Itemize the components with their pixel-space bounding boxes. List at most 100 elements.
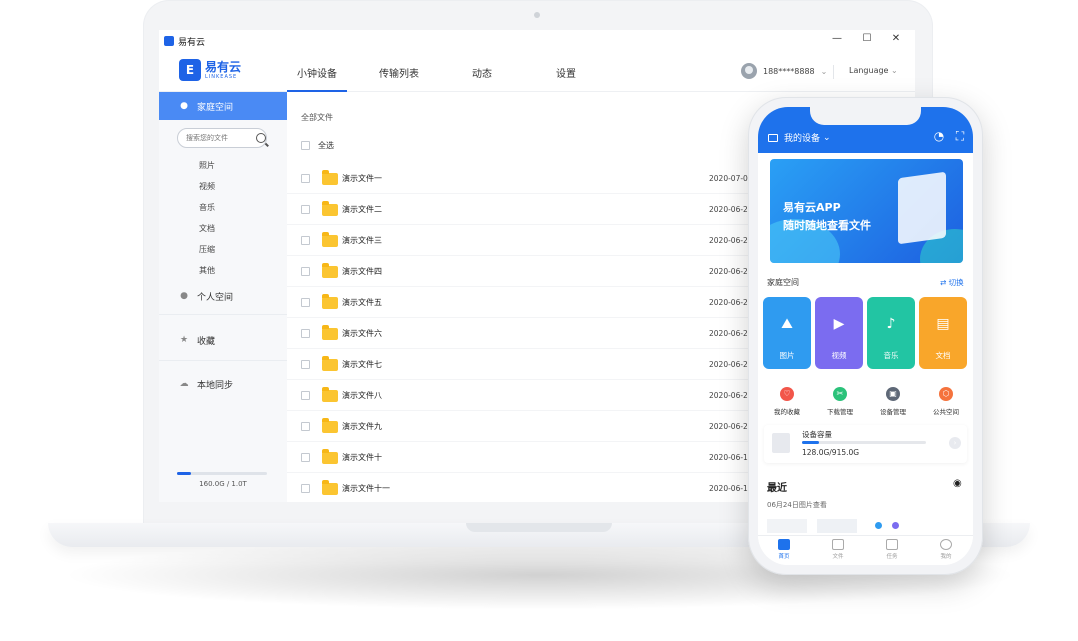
- file-date: 2020-06-28: [709, 205, 753, 214]
- category-tile[interactable]: ♪ 音乐: [867, 297, 915, 369]
- select-all-label: 全选: [318, 141, 334, 150]
- sidebar-item-home[interactable]: ● 家庭空间: [159, 92, 287, 120]
- sidebar-sub-documents[interactable]: 文档: [199, 223, 215, 234]
- scan-icon[interactable]: ⛶: [953, 129, 967, 143]
- tab-tasks[interactable]: 任务: [872, 539, 912, 560]
- checkbox[interactable]: [301, 453, 310, 462]
- home-space-title: 家庭空间: [767, 278, 799, 287]
- folder-icon: [322, 231, 338, 247]
- home-icon: [778, 539, 790, 550]
- brand-logo[interactable]: E 易有云 LINKEASE: [179, 59, 241, 81]
- shortcut-item[interactable]: ▣ 设备管理: [867, 387, 919, 416]
- checkbox[interactable]: [301, 205, 310, 214]
- folder-icon: [322, 293, 338, 309]
- smile-icon: [940, 539, 952, 550]
- language-select[interactable]: Language ⌄: [849, 66, 898, 75]
- file-date: 2020-06-24: [709, 422, 753, 431]
- app-logo-icon: [164, 36, 174, 46]
- chat-icon[interactable]: ◔: [932, 129, 946, 143]
- sidebar-sub-archives[interactable]: 压缩: [199, 244, 215, 255]
- category-tile[interactable]: ▶ 视频: [815, 297, 863, 369]
- close-button[interactable]: ✕: [888, 33, 904, 44]
- search-box[interactable]: [177, 128, 267, 148]
- checkbox[interactable]: [301, 329, 310, 338]
- checkbox[interactable]: [301, 360, 310, 369]
- thumbnail[interactable]: [817, 519, 857, 533]
- category-tile[interactable]: ▤ 文档: [919, 297, 967, 369]
- tab-home[interactable]: 首页: [764, 539, 804, 560]
- tab-devices[interactable]: 小钟设备: [297, 65, 337, 80]
- file-name[interactable]: 演示文件十: [342, 452, 382, 463]
- folder-icon: [322, 169, 338, 185]
- star-icon: ★: [179, 335, 189, 345]
- switch-link[interactable]: ⇄ 切换: [940, 277, 964, 288]
- search-icon[interactable]: [256, 133, 266, 143]
- sidebar-item-label: 个人空间: [197, 292, 234, 303]
- sidebar-item-label: 家庭空间: [197, 102, 234, 113]
- file-date: 2020-06-28: [709, 329, 753, 338]
- file-name[interactable]: 演示文件三: [342, 235, 382, 246]
- tab-activity[interactable]: 动态: [472, 65, 492, 80]
- sidebar-sub-photos[interactable]: 照片: [199, 160, 215, 171]
- thumbnail-dot: [875, 522, 882, 529]
- capacity-value: 128.0G/915.0G: [802, 448, 860, 457]
- thumbnail[interactable]: [767, 519, 807, 533]
- promo-banner[interactable]: 易有云APP 随时随地查看文件: [770, 159, 963, 263]
- chevron-right-icon[interactable]: ›: [949, 437, 961, 449]
- recent-subtitle: 06月24日图片查看: [767, 501, 827, 509]
- shortcut-item[interactable]: ⬡ 公共空间: [920, 387, 972, 416]
- shortcut-item[interactable]: ✂ 下载管理: [814, 387, 866, 416]
- sidebar-item-favorites[interactable]: ★ 收藏: [159, 326, 287, 354]
- sidebar-item-local-sync[interactable]: ☁ 本地同步: [159, 370, 287, 398]
- checkbox[interactable]: [301, 267, 310, 276]
- file-date: 2020-06-17: [709, 453, 753, 462]
- document-icon: ▤: [936, 316, 950, 332]
- capacity-card[interactable]: 设备容量 128.0G/915.0G ›: [764, 425, 967, 463]
- brand-name-en: LINKEASE: [205, 73, 238, 80]
- eye-icon[interactable]: ◉: [953, 478, 962, 489]
- tab-label: 文件: [832, 554, 844, 560]
- checkbox[interactable]: [301, 298, 310, 307]
- file-name[interactable]: 演示文件六: [342, 328, 382, 339]
- tab-files[interactable]: 文件: [818, 539, 858, 560]
- checkbox[interactable]: [301, 484, 310, 493]
- device-label: 我的设备: [784, 134, 821, 144]
- file-name[interactable]: 演示文件四: [342, 266, 382, 277]
- user-menu[interactable]: 188****8888 ⌄: [741, 63, 827, 79]
- maximize-button[interactable]: ☐: [859, 33, 875, 44]
- sidebar-item-label: 本地同步: [197, 380, 234, 391]
- sidebar-sub-other[interactable]: 其他: [199, 265, 215, 276]
- checkbox[interactable]: [301, 174, 310, 183]
- device-selector[interactable]: 我的设备 ⌄: [768, 131, 831, 144]
- file-name[interactable]: 演示文件七: [342, 359, 382, 370]
- select-all-checkbox[interactable]: 全选: [301, 140, 334, 151]
- file-name[interactable]: 演示文件九: [342, 421, 382, 432]
- checkbox[interactable]: [301, 141, 310, 150]
- checkbox[interactable]: [301, 236, 310, 245]
- search-input[interactable]: [186, 134, 252, 142]
- checkbox[interactable]: [301, 422, 310, 431]
- sidebar-item-personal[interactable]: ● 个人空间: [159, 282, 287, 310]
- tab-transfers[interactable]: 传输列表: [379, 65, 419, 80]
- checkbox[interactable]: [301, 391, 310, 400]
- file-name[interactable]: 演示文件二: [342, 204, 382, 215]
- device-icon: ▣: [886, 387, 900, 401]
- file-name[interactable]: 演示文件一: [342, 173, 382, 184]
- minimize-button[interactable]: —: [829, 33, 845, 44]
- video-icon: ▶: [833, 316, 845, 332]
- recent-thumbnails[interactable]: [767, 515, 967, 535]
- breadcrumb[interactable]: 全部文件: [301, 112, 333, 123]
- sidebar-sub-videos[interactable]: 视频: [199, 181, 215, 192]
- category-tile[interactable]: ⛰ 图片: [763, 297, 811, 369]
- tab-me[interactable]: 我的: [926, 539, 966, 560]
- file-name[interactable]: 演示文件五: [342, 297, 382, 308]
- folder-icon: [322, 324, 338, 340]
- tile-label: 音乐: [883, 351, 899, 360]
- share-icon: ⬡: [939, 387, 953, 401]
- file-name[interactable]: 演示文件八: [342, 390, 382, 401]
- file-name[interactable]: 演示文件十一: [342, 483, 390, 494]
- shortcut-item[interactable]: ♡ 我的收藏: [761, 387, 813, 416]
- tab-settings[interactable]: 设置: [556, 65, 576, 80]
- shortcut-label: 下载管理: [827, 408, 853, 416]
- sidebar-sub-music[interactable]: 音乐: [199, 202, 215, 213]
